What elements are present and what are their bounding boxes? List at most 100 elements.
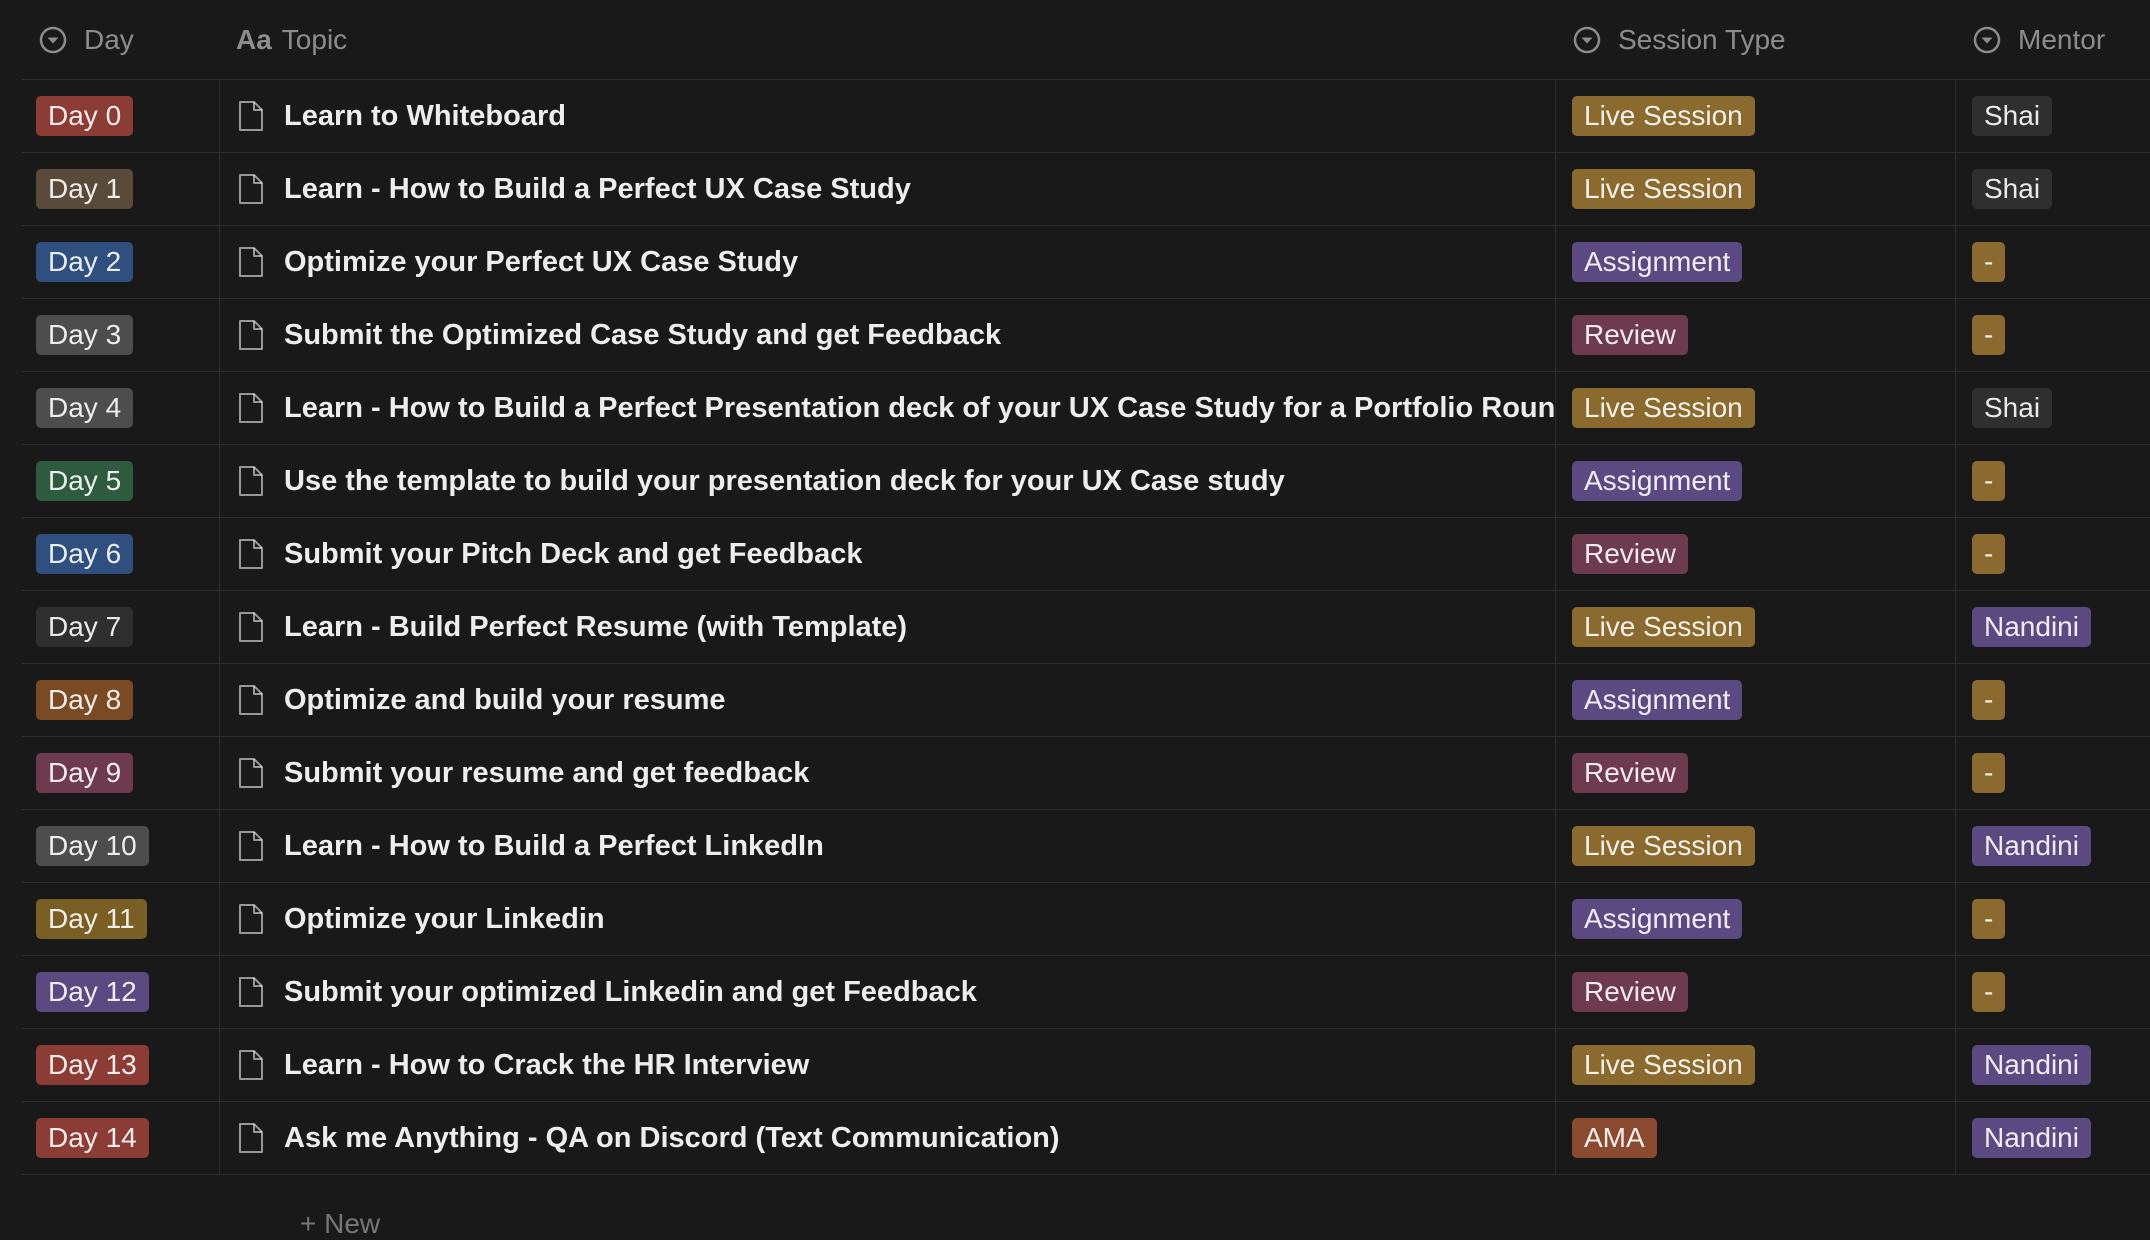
mentor-tag: - bbox=[1972, 753, 2006, 793]
day-cell[interactable]: Day 1 bbox=[22, 153, 220, 225]
topic-cell[interactable]: Learn - How to Build a Perfect UX Case S… bbox=[220, 153, 1556, 225]
topic-cell[interactable]: Optimize and build your resume bbox=[220, 664, 1556, 736]
topic-cell[interactable]: Submit your optimized Linkedin and get F… bbox=[220, 956, 1556, 1028]
table-row[interactable]: Day 14 Ask me Anything - QA on Discord (… bbox=[22, 1102, 2150, 1175]
table-row[interactable]: Day 12 Submit your optimized Linkedin an… bbox=[22, 956, 2150, 1029]
topic-cell[interactable]: Learn to Whiteboard bbox=[220, 80, 1556, 152]
day-cell[interactable]: Day 10 bbox=[22, 810, 220, 882]
mentor-cell[interactable]: - bbox=[1956, 883, 2150, 955]
day-cell[interactable]: Day 6 bbox=[22, 518, 220, 590]
table-row[interactable]: Day 10 Learn - How to Build a Perfect Li… bbox=[22, 810, 2150, 883]
table-row[interactable]: Day 0 Learn to Whiteboard Live Session S… bbox=[22, 80, 2150, 153]
session-type-cell[interactable]: Live Session bbox=[1556, 591, 1956, 663]
page-icon bbox=[239, 977, 263, 1007]
session-type-cell[interactable]: Assignment bbox=[1556, 226, 1956, 298]
topic-cell[interactable]: Ask me Anything - QA on Discord (Text Co… bbox=[220, 1102, 1556, 1174]
topic-title[interactable]: Ask me Anything - QA on Discord (Text Co… bbox=[284, 1122, 1060, 1155]
mentor-cell[interactable]: Nandini bbox=[1956, 1029, 2150, 1101]
mentor-cell[interactable]: - bbox=[1956, 518, 2150, 590]
table-row[interactable]: Day 8 Optimize and build your resume Ass… bbox=[22, 664, 2150, 737]
column-header-mentor[interactable]: Mentor bbox=[1956, 0, 2150, 79]
session-type-cell[interactable]: AMA bbox=[1556, 1102, 1956, 1174]
column-header-topic[interactable]: Aa Topic bbox=[220, 0, 1556, 79]
table-row[interactable]: Day 9 Submit your resume and get feedbac… bbox=[22, 737, 2150, 810]
database-table: Day Aa Topic Session Type Mentor Day 0 L… bbox=[22, 0, 2150, 1175]
mentor-cell[interactable]: - bbox=[1956, 299, 2150, 371]
session-type-cell[interactable]: Live Session bbox=[1556, 1029, 1956, 1101]
day-cell[interactable]: Day 7 bbox=[22, 591, 220, 663]
topic-title[interactable]: Learn - How to Build a Perfect UX Case S… bbox=[284, 173, 911, 206]
topic-cell[interactable]: Submit your Pitch Deck and get Feedback bbox=[220, 518, 1556, 590]
mentor-cell[interactable]: Shai bbox=[1956, 80, 2150, 152]
session-type-cell[interactable]: Review bbox=[1556, 518, 1956, 590]
topic-cell[interactable]: Learn - Build Perfect Resume (with Templ… bbox=[220, 591, 1556, 663]
table-row[interactable]: Day 3 Submit the Optimized Case Study an… bbox=[22, 299, 2150, 372]
topic-title[interactable]: Optimize your Perfect UX Case Study bbox=[284, 246, 798, 279]
topic-title[interactable]: Learn - Build Perfect Resume (with Templ… bbox=[284, 611, 907, 644]
topic-title[interactable]: Learn - How to Build a Perfect Presentat… bbox=[284, 392, 1555, 425]
topic-title[interactable]: Submit your resume and get feedback bbox=[284, 757, 809, 790]
topic-cell[interactable]: Optimize your Perfect UX Case Study bbox=[220, 226, 1556, 298]
table-body: Day 0 Learn to Whiteboard Live Session S… bbox=[22, 80, 2150, 1175]
table-row[interactable]: Day 5 Use the template to build your pre… bbox=[22, 445, 2150, 518]
mentor-cell[interactable]: - bbox=[1956, 956, 2150, 1028]
table-row[interactable]: Day 2 Optimize your Perfect UX Case Stud… bbox=[22, 226, 2150, 299]
session-type-cell[interactable]: Assignment bbox=[1556, 883, 1956, 955]
mentor-cell[interactable]: - bbox=[1956, 737, 2150, 809]
session-type-cell[interactable]: Review bbox=[1556, 956, 1956, 1028]
session-type-cell[interactable]: Review bbox=[1556, 737, 1956, 809]
mentor-cell[interactable]: Shai bbox=[1956, 153, 2150, 225]
session-type-cell[interactable]: Live Session bbox=[1556, 153, 1956, 225]
day-cell[interactable]: Day 11 bbox=[22, 883, 220, 955]
mentor-cell[interactable]: - bbox=[1956, 445, 2150, 517]
topic-title[interactable]: Learn - How to Build a Perfect LinkedIn bbox=[284, 830, 824, 863]
day-cell[interactable]: Day 0 bbox=[22, 80, 220, 152]
mentor-cell[interactable]: Nandini bbox=[1956, 1102, 2150, 1174]
mentor-cell[interactable]: Nandini bbox=[1956, 591, 2150, 663]
mentor-cell[interactable]: Nandini bbox=[1956, 810, 2150, 882]
mentor-cell[interactable]: - bbox=[1956, 226, 2150, 298]
topic-cell[interactable]: Learn - How to Crack the HR Interview bbox=[220, 1029, 1556, 1101]
day-cell[interactable]: Day 4 bbox=[22, 372, 220, 444]
session-type-cell[interactable]: Live Session bbox=[1556, 372, 1956, 444]
topic-title[interactable]: Use the template to build your presentat… bbox=[284, 465, 1285, 498]
topic-title[interactable]: Submit your Pitch Deck and get Feedback bbox=[284, 538, 863, 571]
table-row[interactable]: Day 7 Learn - Build Perfect Resume (with… bbox=[22, 591, 2150, 664]
mentor-tag: Nandini bbox=[1972, 1118, 2091, 1158]
session-type-cell[interactable]: Live Session bbox=[1556, 80, 1956, 152]
topic-title[interactable]: Optimize and build your resume bbox=[284, 684, 726, 717]
topic-title[interactable]: Learn - How to Crack the HR Interview bbox=[284, 1049, 809, 1082]
topic-title[interactable]: Submit the Optimized Case Study and get … bbox=[284, 319, 1001, 352]
table-row[interactable]: Day 1 Learn - How to Build a Perfect UX … bbox=[22, 153, 2150, 226]
table-row[interactable]: Day 4 Learn - How to Build a Perfect Pre… bbox=[22, 372, 2150, 445]
session-type-cell[interactable]: Assignment bbox=[1556, 664, 1956, 736]
table-row[interactable]: Day 6 Submit your Pitch Deck and get Fee… bbox=[22, 518, 2150, 591]
topic-title[interactable]: Learn to Whiteboard bbox=[284, 100, 566, 133]
topic-cell[interactable]: Learn - How to Build a Perfect LinkedIn bbox=[220, 810, 1556, 882]
day-cell[interactable]: Day 13 bbox=[22, 1029, 220, 1101]
table-row[interactable]: Day 11 Optimize your Linkedin Assignment… bbox=[22, 883, 2150, 956]
topic-cell[interactable]: Use the template to build your presentat… bbox=[220, 445, 1556, 517]
topic-title[interactable]: Submit your optimized Linkedin and get F… bbox=[284, 976, 977, 1009]
session-type-cell[interactable]: Live Session bbox=[1556, 810, 1956, 882]
topic-cell[interactable]: Learn - How to Build a Perfect Presentat… bbox=[220, 372, 1556, 444]
topic-cell[interactable]: Submit the Optimized Case Study and get … bbox=[220, 299, 1556, 371]
session-type-cell[interactable]: Review bbox=[1556, 299, 1956, 371]
topic-cell[interactable]: Submit your resume and get feedback bbox=[220, 737, 1556, 809]
table-row[interactable]: Day 13 Learn - How to Crack the HR Inter… bbox=[22, 1029, 2150, 1102]
day-cell[interactable]: Day 3 bbox=[22, 299, 220, 371]
session-type-cell[interactable]: Assignment bbox=[1556, 445, 1956, 517]
column-header-day[interactable]: Day bbox=[22, 0, 220, 79]
day-cell[interactable]: Day 5 bbox=[22, 445, 220, 517]
mentor-cell[interactable]: Shai bbox=[1956, 372, 2150, 444]
topic-title[interactable]: Optimize your Linkedin bbox=[284, 903, 605, 936]
day-cell[interactable]: Day 8 bbox=[22, 664, 220, 736]
mentor-cell[interactable]: - bbox=[1956, 664, 2150, 736]
day-cell[interactable]: Day 14 bbox=[22, 1102, 220, 1174]
column-header-session-type[interactable]: Session Type bbox=[1556, 0, 1956, 79]
day-cell[interactable]: Day 12 bbox=[22, 956, 220, 1028]
topic-cell[interactable]: Optimize your Linkedin bbox=[220, 883, 1556, 955]
new-row-button[interactable]: + New bbox=[300, 1208, 380, 1240]
day-cell[interactable]: Day 9 bbox=[22, 737, 220, 809]
day-cell[interactable]: Day 2 bbox=[22, 226, 220, 298]
